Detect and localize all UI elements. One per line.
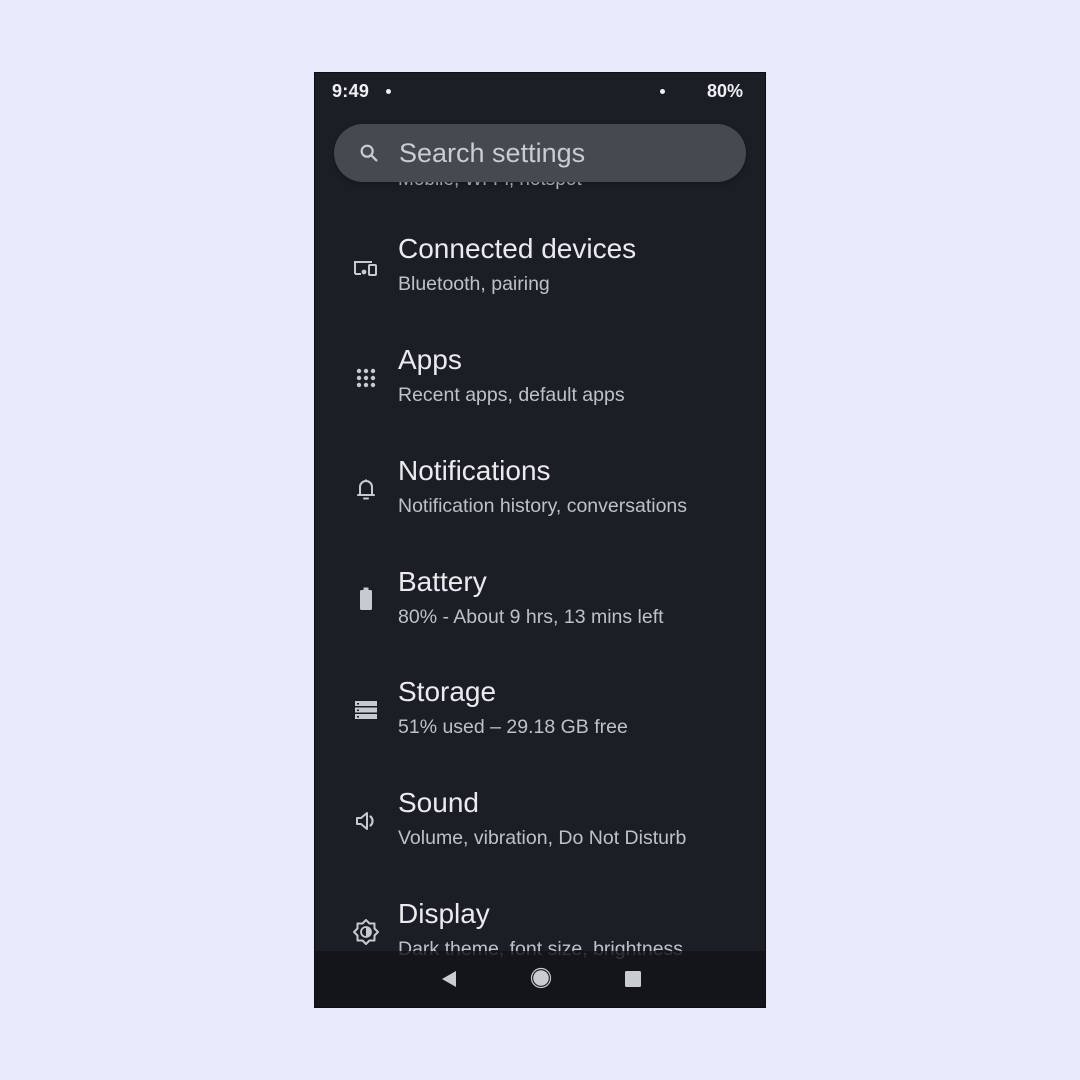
item-title: Sound bbox=[398, 787, 479, 818]
bell-icon bbox=[357, 479, 375, 500]
item-title: Display bbox=[398, 898, 490, 929]
display-brightness-icon bbox=[353, 919, 379, 945]
item-title: Apps bbox=[398, 344, 462, 375]
item-summary: Bluetooth, pairing bbox=[398, 273, 550, 295]
status-bar: 9:49 80% bbox=[315, 73, 765, 109]
item-title: Connected devices bbox=[398, 233, 637, 264]
item-summary: 51% used – 29.18 GB free bbox=[398, 716, 628, 738]
status-dot-icon bbox=[660, 89, 665, 94]
settings-item-storage[interactable]: Storage 51% used – 29.18 GB free bbox=[315, 676, 765, 786]
notification-dot-icon bbox=[386, 89, 391, 94]
back-icon[interactable] bbox=[439, 969, 459, 989]
search-icon bbox=[360, 144, 378, 162]
settings-item-notifications[interactable]: Notifications Notification history, conv… bbox=[315, 455, 765, 565]
navigation-bar bbox=[315, 951, 765, 1007]
apps-grid-icon bbox=[356, 368, 376, 388]
connected-devices-icon bbox=[354, 261, 377, 276]
item-summary: Notification history, conversations bbox=[398, 495, 688, 517]
volume-icon bbox=[356, 812, 374, 830]
search-settings-bar[interactable]: Search settings bbox=[334, 124, 746, 182]
search-input[interactable]: Search settings bbox=[399, 138, 585, 169]
phone-screen: 9:49 80% Search settings Mobile, Wi-Fi, … bbox=[314, 72, 766, 1008]
home-icon[interactable] bbox=[530, 967, 552, 989]
settings-item-sound[interactable]: Sound Volume, vibration, Do Not Disturb bbox=[315, 787, 765, 897]
item-title: Storage bbox=[398, 676, 497, 707]
item-title: Notifications bbox=[398, 455, 551, 486]
battery-percentage: 80% bbox=[706, 81, 743, 101]
item-title: Battery bbox=[398, 566, 487, 597]
status-time: 9:49 bbox=[332, 81, 370, 101]
item-summary: 80% - About 9 hrs, 13 mins left bbox=[398, 606, 664, 628]
settings-item-battery[interactable]: Battery 80% - About 9 hrs, 13 mins left bbox=[315, 566, 765, 676]
settings-item-apps[interactable]: Apps Recent apps, default apps bbox=[315, 344, 765, 454]
battery-icon bbox=[360, 587, 372, 610]
item-summary: Recent apps, default apps bbox=[398, 384, 625, 406]
recents-icon[interactable] bbox=[623, 969, 643, 989]
item-summary: Volume, vibration, Do Not Disturb bbox=[398, 827, 687, 849]
storage-icon bbox=[355, 701, 377, 719]
settings-item-connected-devices[interactable]: Connected devices Bluetooth, pairing bbox=[315, 233, 765, 343]
